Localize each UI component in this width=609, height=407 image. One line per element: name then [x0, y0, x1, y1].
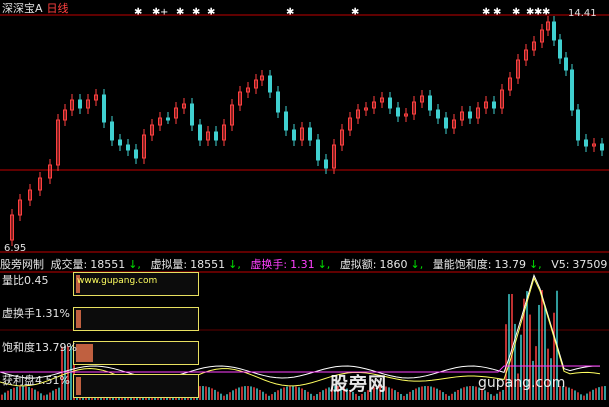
indicator-item-volume: 成交量: 18551 ↓,	[50, 258, 141, 271]
candle-body	[428, 95, 432, 111]
profit-panel	[73, 374, 199, 398]
virtual-turnover-fill	[76, 310, 81, 328]
saturation-fill	[76, 344, 93, 362]
indicator-item-virtual-amount: 虚拟额: 1860 ↓,	[339, 258, 424, 271]
candle-body	[552, 21, 556, 41]
candle-body	[110, 121, 114, 141]
candle-body	[134, 149, 138, 159]
candle-body	[324, 159, 328, 169]
candle-body	[126, 144, 130, 151]
indicator-item-v5: V5:37509↓,	[551, 258, 608, 271]
indicator-item-saturation: 量能饱和度: 13.79 ↓,	[432, 258, 542, 271]
saturation-label: 饱和度13.79%	[2, 341, 77, 354]
indicator-item-virtual-volume: 虚拟量: 18551 ↓,	[150, 258, 241, 271]
volume-ratio-label: 量比0.45	[2, 274, 49, 287]
candle-body	[292, 129, 296, 141]
price-high-label: 14.41	[568, 8, 597, 19]
brand-label: 股旁网制	[0, 258, 44, 271]
watermark-url: gupang.com	[478, 375, 566, 391]
candle-body	[276, 91, 280, 113]
candle-body	[166, 117, 170, 121]
candle-body	[190, 103, 194, 126]
candle-body	[444, 117, 448, 129]
virtual-turnover-label: 虚换手1.31%	[2, 307, 70, 320]
site-url: www.gupang.com	[77, 276, 158, 286]
candle-body	[198, 124, 202, 141]
virtual-turnover-panel	[73, 307, 199, 331]
candle-body	[214, 131, 218, 141]
candle-body	[600, 143, 604, 151]
candle-body	[570, 69, 574, 111]
watermark-text: 股旁网	[330, 374, 387, 395]
candle-body	[396, 107, 400, 117]
candle-body	[118, 139, 122, 146]
candle-body	[584, 139, 588, 147]
candle-body	[316, 139, 320, 161]
candle-body	[78, 99, 82, 109]
candle-body	[492, 101, 496, 109]
profit-label: 获利盘4.51%	[2, 374, 70, 387]
candle-body	[558, 39, 562, 59]
indicator-item-virtual-turnover: 虚换手: 1.31 ↓,	[250, 258, 331, 271]
candle-body	[284, 111, 288, 131]
profit-fill	[76, 377, 81, 395]
candle-body	[576, 109, 580, 141]
candle-body	[308, 127, 312, 141]
candle-body	[388, 97, 392, 109]
saturation-panel	[73, 341, 199, 365]
candle-body	[102, 94, 106, 123]
candle-body	[564, 57, 568, 71]
candle-body	[436, 109, 440, 119]
candle-body	[268, 75, 272, 93]
indicator-bar: 股旁网制 成交量: 18551 ↓, 虚拟量: 18551 ↓, 虚换手: 1.31 ↓, …	[0, 256, 609, 272]
candle-body	[468, 111, 472, 119]
price-low-label: 6.95	[4, 243, 27, 254]
